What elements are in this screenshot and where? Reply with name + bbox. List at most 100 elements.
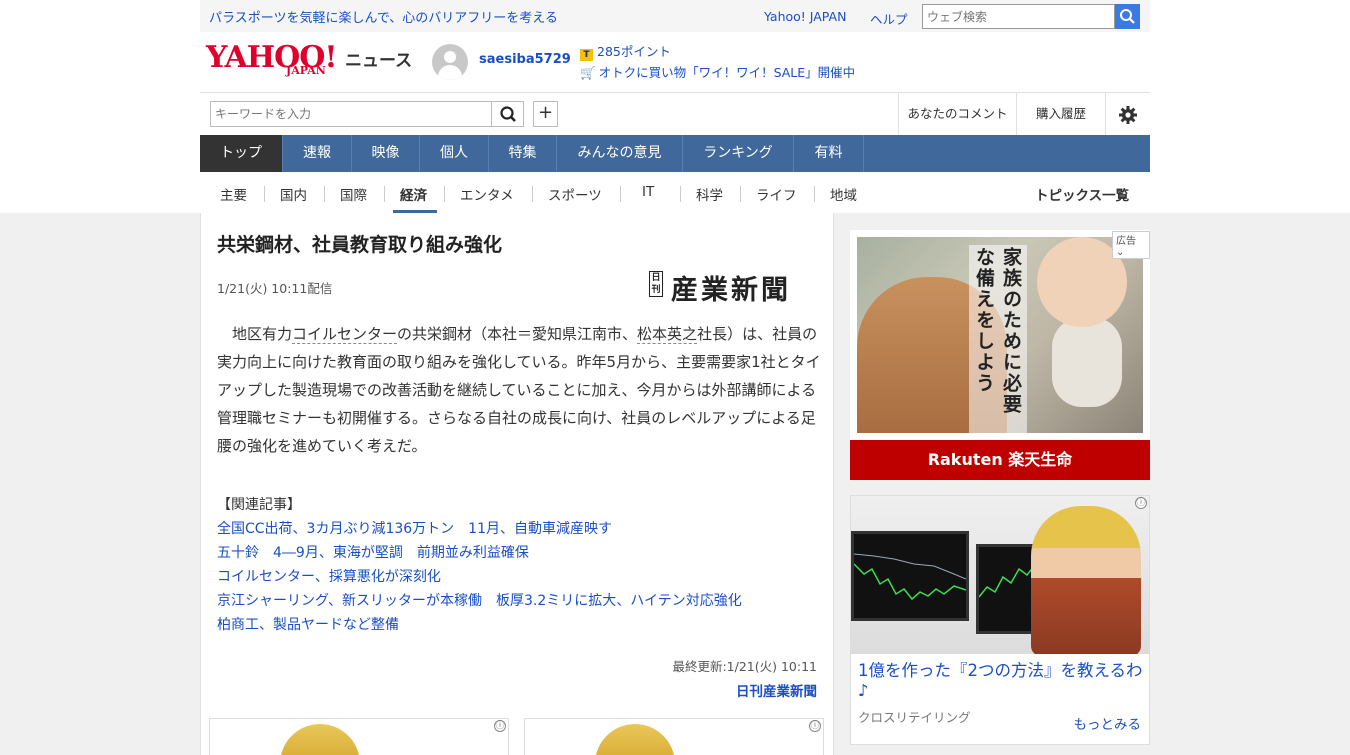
username-link[interactable]: saesiba5729 — [479, 52, 571, 67]
chevron-down-icon: ⌄ — [1116, 247, 1125, 258]
cart-icon: 🛒 — [580, 65, 596, 80]
info-icon[interactable]: ⓘ — [494, 720, 506, 732]
separator — [384, 186, 385, 202]
body-text: の共栄鋼材（本社＝愛知県江南市、 — [397, 325, 638, 343]
yahoo-japan-link[interactable]: Yahoo! JAPAN — [764, 9, 846, 24]
separator — [680, 186, 681, 202]
category-major[interactable]: 主要 — [220, 184, 247, 204]
nav-individual[interactable]: 個人 — [420, 135, 489, 172]
nav-ranking[interactable]: ランキング — [683, 135, 794, 172]
nav-top[interactable]: トップ — [200, 135, 283, 172]
search-icon — [1120, 9, 1135, 24]
yahoo-news-logo[interactable]: YAHOO! JAPAN — [206, 40, 346, 80]
related-article-link[interactable]: 柏商工、製品ヤードなど整備 — [217, 613, 742, 637]
monitor-shape — [851, 531, 969, 621]
category-domestic[interactable]: 国内 — [280, 184, 307, 204]
ad-photo: 家族のために必要な備えをしよう — [857, 237, 1143, 433]
separator — [814, 186, 815, 202]
keyword-search-input[interactable] — [210, 101, 492, 127]
category-it[interactable]: IT — [642, 184, 654, 200]
publisher-name-link[interactable]: 日刊産業新聞 — [736, 680, 817, 700]
related-articles: 【関連記事】 全国CC出荷、3カ月ぶり減136万トン 11月、自動車減産映す 五… — [217, 493, 742, 637]
web-search-button[interactable] — [1115, 4, 1140, 29]
gear-icon — [1119, 105, 1137, 124]
points-link[interactable]: T 285ポイント — [580, 41, 671, 61]
ad-label-text: 広告 — [1116, 236, 1136, 247]
category-international[interactable]: 国際 — [340, 184, 367, 204]
sale-text: オトクに買い物「ワイ！ワイ！SALE」開催中 — [598, 65, 856, 80]
nav-features[interactable]: 特集 — [489, 135, 557, 172]
your-comments-link[interactable]: あなたのコメント — [898, 93, 1016, 135]
related-article-link[interactable]: コイルセンター、採算悪化が深刻化 — [217, 565, 742, 589]
nav-breaking[interactable]: 速報 — [283, 135, 352, 172]
related-article-link[interactable]: 全国CC出荷、3カ月ぶり減136万トン 11月、自動車減産映す — [217, 517, 742, 541]
nav-video[interactable]: 映像 — [352, 135, 420, 172]
info-icon[interactable]: ⓘ — [809, 720, 821, 732]
separator — [532, 186, 533, 202]
category-entertainment[interactable]: エンタメ — [460, 184, 514, 204]
keyword-link-coil-center[interactable]: コイルセンター — [292, 325, 398, 344]
avatar[interactable] — [432, 44, 468, 80]
article-title: 共栄鋼材、社員教育取り組み強化 — [217, 234, 503, 256]
sale-link[interactable]: 🛒 オトクに買い物「ワイ！ワイ！SALE」開催中 — [580, 62, 855, 81]
top-bar: パラスポーツを気軽に楽しんで、心のバリアフリーを考える Yahoo! JAPAN… — [200, 0, 1150, 32]
ad-thumbnail[interactable]: ⓘ — [524, 718, 824, 755]
help-link[interactable]: ヘルプ — [870, 9, 908, 28]
keyword-link-person[interactable]: 松本英之 — [637, 325, 698, 344]
chart-line-icon — [853, 553, 967, 601]
web-search-input[interactable] — [922, 4, 1115, 29]
ad-thumbnail-image — [595, 724, 675, 755]
ad-copy: 家族のために必要な備えをしよう — [969, 245, 1027, 433]
ad-thumbnail-image — [280, 724, 360, 755]
category-science[interactable]: 科学 — [696, 184, 723, 204]
logo-news-text[interactable]: ニュース — [345, 46, 412, 71]
category-sports[interactable]: スポーツ — [548, 184, 602, 204]
category-region[interactable]: 地域 — [830, 184, 857, 204]
ad-headline[interactable]: 1億を作った『2つの方法』を教えるわ♪ — [858, 661, 1148, 701]
logo-japan-text: JAPAN — [286, 64, 326, 77]
see-more-link[interactable]: もっとみる — [1074, 713, 1142, 733]
publisher-logo-big: 産業新聞 — [671, 275, 791, 306]
purchase-history-link[interactable]: 購入履歴 — [1016, 93, 1105, 135]
search-row: + あなたのコメント 購入履歴 — [200, 92, 1150, 135]
ad-thumbnail[interactable]: ⓘ — [209, 718, 509, 755]
ad-label[interactable]: 広告 ⌄ — [1112, 231, 1150, 259]
publisher-logo[interactable]: 日刊 産業新聞 — [649, 268, 819, 306]
t-point-icon: T — [580, 49, 593, 61]
nav-opinions[interactable]: みんなの意見 — [557, 135, 683, 172]
topics-list-link[interactable]: トピックス一覧 — [1035, 184, 1129, 204]
separator — [324, 186, 325, 202]
info-icon[interactable]: ⓘ — [1135, 497, 1147, 509]
ad-photo-person-shape — [1031, 506, 1141, 654]
related-heading: 【関連記事】 — [217, 497, 301, 513]
article-panel: 共栄鋼材、社員教育取り組み強化 1/21(火) 10:11配信 日刊 産業新聞 … — [200, 213, 834, 755]
avatar-body-shape — [438, 65, 462, 80]
separator — [620, 186, 621, 202]
related-article-link[interactable]: 京江シャーリング、新スリッターが本稼働 板厚3.2ミリに拡大、ハイテン対応強化 — [217, 589, 742, 613]
search-icon — [499, 106, 516, 122]
tagline-link[interactable]: パラスポーツを気軽に楽しんで、心のバリアフリーを考える — [209, 7, 558, 26]
ad-photo — [851, 496, 1149, 654]
rakuten-ad[interactable]: 家族のために必要な備えをしよう 広告 ⌄ Rakuten 楽天生命 — [850, 230, 1150, 480]
sponsored-ad[interactable]: ⓘ 1億を作った『2つの方法』を教えるわ♪ クロスリテイリング もっとみる — [850, 495, 1150, 745]
rakuten-brand-bar: Rakuten 楽天生命 — [850, 440, 1150, 480]
ad-source: クロスリテイリング — [858, 710, 971, 725]
category-economy[interactable]: 経済 — [400, 184, 427, 204]
nav-paid[interactable]: 有料 — [794, 135, 864, 172]
category-life[interactable]: ライフ — [756, 184, 797, 204]
add-button[interactable]: + — [533, 101, 558, 127]
article-body: 地区有力コイルセンターの共栄鋼材（本社＝愛知県江南市、松本英之社長）は、社員の実… — [217, 320, 821, 460]
last-updated: 最終更新:1/21(火) 10:11 — [672, 659, 817, 674]
publisher-logo-small: 日刊 — [649, 271, 663, 297]
separator — [444, 186, 445, 202]
article-date: 1/21(火) 10:11配信 — [217, 281, 333, 296]
body-text: 地区有力 — [217, 325, 293, 343]
related-article-link[interactable]: 五十鈴 4―9月、東海が堅調 前期並み利益確保 — [217, 541, 742, 565]
settings-button[interactable] — [1105, 93, 1150, 135]
category-nav: 主要 国内 国際 経済 エンタメ スポーツ IT 科学 ライフ 地域 トピックス… — [200, 172, 1150, 213]
avatar-head-shape — [444, 51, 456, 63]
keyword-search-button[interactable] — [492, 101, 524, 127]
separator — [740, 186, 741, 202]
ad-photo-baby-body-shape — [1052, 317, 1122, 407]
main-nav: トップ 速報 映像 個人 特集 みんなの意見 ランキング 有料 — [200, 135, 1150, 172]
